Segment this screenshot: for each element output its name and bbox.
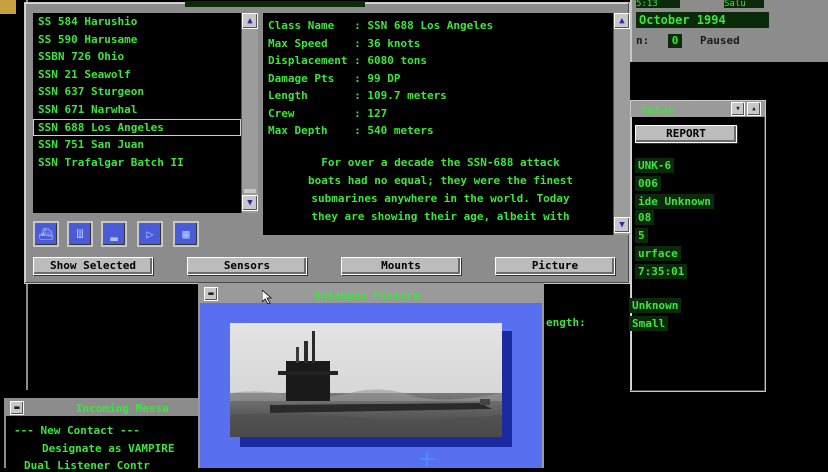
ship-list-item[interactable]: SS 584 Harushio	[33, 13, 241, 31]
mouse-cursor-icon	[262, 290, 272, 304]
app-icon[interactable]	[0, 0, 16, 14]
status-value-3: ide Unknown	[635, 194, 714, 209]
info-line: Class Name : SSN 688 Los Angeles	[268, 19, 494, 32]
sonar-cursor-icon	[420, 452, 434, 466]
surface-ship-icon[interactable]: ⛴	[33, 221, 59, 247]
partial-label: Salu	[724, 0, 764, 9]
date-display: October 1994	[636, 12, 769, 28]
scroll-down-icon[interactable]: ▼	[242, 195, 258, 211]
scroll-thumb[interactable]	[244, 189, 256, 193]
status-unknown: Unknown	[629, 298, 682, 313]
description-line: For over a decade the SSN-688 attack	[321, 155, 560, 169]
status-small: Small	[629, 316, 669, 331]
messages-window: ▬ Incoming Messa --- New Contact --- Des…	[4, 398, 204, 472]
messages-title: Incoming Messa	[76, 402, 169, 415]
status-text: Paused	[700, 34, 740, 47]
speed-value[interactable]: 0	[668, 34, 682, 48]
status-value-5: 5	[635, 228, 648, 243]
time-readout: 5:13	[636, 0, 680, 9]
length-label: ength:	[546, 316, 586, 329]
scroll-up-icon[interactable]: ▲	[242, 13, 258, 29]
database-window: SS 584 Harushio SS 590 Harusame SSBN 726…	[24, 1, 630, 284]
status-title: tatus	[641, 103, 675, 116]
picture-title: Database Picture	[314, 289, 420, 302]
ship-list-item[interactable]: SSBN 726 Ohio	[33, 48, 241, 66]
ship-list[interactable]: SS 584 Harushio SS 590 Harusame SSBN 726…	[33, 13, 241, 213]
ship-list-item[interactable]: SS 590 Harusame	[33, 31, 241, 49]
status-value-2: 006	[635, 176, 661, 191]
date-window: 5:13 Salu October 1994 n: 0 Paused	[630, 0, 828, 62]
ship-list-item[interactable]: SSN Trafalgar Batch II	[33, 154, 241, 172]
ship-list-item-selected[interactable]: SSN 688 Los Angeles	[33, 118, 241, 137]
info-line: Max Speed : 36 knots	[268, 36, 421, 50]
show-selected-button[interactable]: Show Selected	[33, 257, 153, 275]
report-button[interactable]: REPORT	[635, 125, 737, 143]
status-window: tatus ▾ ▴ REPORT UNK-6 006 ide Unknown 0…	[629, 100, 766, 392]
sensors-button[interactable]: Sensors	[187, 257, 307, 275]
description-line: they are showing their age, albeit with	[311, 209, 570, 223]
info-line: Damage Pts : 99 DP	[268, 71, 401, 85]
picture-button[interactable]: Picture	[495, 257, 615, 275]
picture-close-icon[interactable]: ▬	[204, 287, 218, 301]
status-value-4: 08	[635, 210, 655, 225]
minimize-icon[interactable]: ▾	[731, 102, 745, 116]
ship-info-panel: Class Name : SSN 688 Los Angeles Max Spe…	[263, 13, 613, 235]
info-line: Crew : 127	[268, 106, 388, 120]
info-scrollbar[interactable]: ▲ ▼	[613, 13, 630, 235]
status-value-7: 7:35:01	[635, 264, 688, 279]
ship-list-item[interactable]: SSN 751 San Juan	[33, 136, 241, 154]
fleet-icon[interactable]: Ш	[67, 221, 93, 247]
submarine-photo	[230, 323, 502, 437]
info-line: Length : 109.7 meters	[268, 89, 447, 102]
description-line: submarines anywhere in the world. Today	[311, 191, 570, 205]
database-title-strip	[185, 1, 365, 7]
submarine-icon[interactable]: ▂	[101, 221, 127, 247]
speed-label: n:	[636, 34, 650, 47]
mounts-button[interactable]: Mounts	[341, 257, 461, 275]
info-line: Max Depth : 540 meters	[268, 124, 434, 137]
status-value-1: UNK-6	[635, 158, 675, 173]
aircraft-icon[interactable]: ▷	[137, 221, 163, 247]
info-scroll-down-icon[interactable]: ▼	[614, 217, 630, 233]
info-line: Displacement : 6080 tons	[268, 54, 427, 67]
message-line: Designate as VAMPIRE	[42, 442, 175, 455]
maximize-icon[interactable]: ▴	[747, 102, 761, 116]
messages-close-icon[interactable]: ▬	[10, 401, 24, 415]
message-line: --- New Contact ---	[14, 424, 140, 437]
facility-icon[interactable]: ▦	[173, 221, 199, 247]
info-scroll-up-icon[interactable]: ▲	[614, 13, 630, 29]
ship-list-item[interactable]: SSN 21 Seawolf	[33, 66, 241, 84]
status-value-6: urface	[635, 246, 681, 261]
ship-list-item[interactable]: SSN 637 Sturgeon	[33, 83, 241, 101]
description-line: boats had no equal; they were the finest	[308, 173, 573, 187]
ship-list-item[interactable]: SSN 671 Narwhal	[33, 101, 241, 119]
ship-list-scrollbar[interactable]: ▲ ▼	[241, 13, 258, 213]
database-picture-window: ▬ Database Picture	[198, 283, 544, 468]
